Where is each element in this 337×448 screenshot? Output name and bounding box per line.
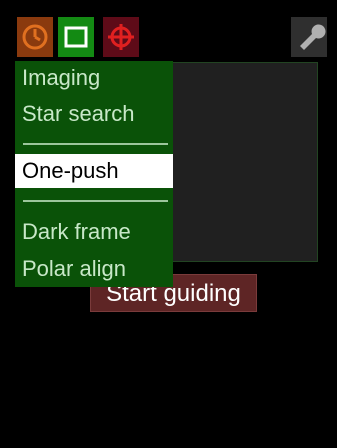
menu-item-polar-align[interactable]: Polar align	[15, 252, 173, 286]
menu-separator	[23, 200, 168, 202]
crosshair-icon	[108, 24, 134, 50]
settings-button[interactable]	[291, 17, 327, 57]
frame-button[interactable]	[58, 17, 94, 57]
crosshair-button[interactable]	[103, 17, 139, 57]
menu-item-dark-frame[interactable]: Dark frame	[15, 215, 173, 249]
clock-icon	[22, 24, 48, 50]
clock-button[interactable]	[17, 17, 53, 57]
menu-item-star-search[interactable]: Star search	[15, 97, 173, 131]
mode-menu: Imaging Star search One-push Dark frame …	[15, 61, 173, 287]
menu-separator	[23, 143, 168, 145]
image-panel	[168, 62, 318, 262]
wrench-icon	[300, 24, 326, 50]
menu-item-one-push[interactable]: One-push	[15, 154, 173, 188]
frame-icon	[64, 26, 88, 48]
menu-item-imaging[interactable]: Imaging	[15, 61, 173, 95]
